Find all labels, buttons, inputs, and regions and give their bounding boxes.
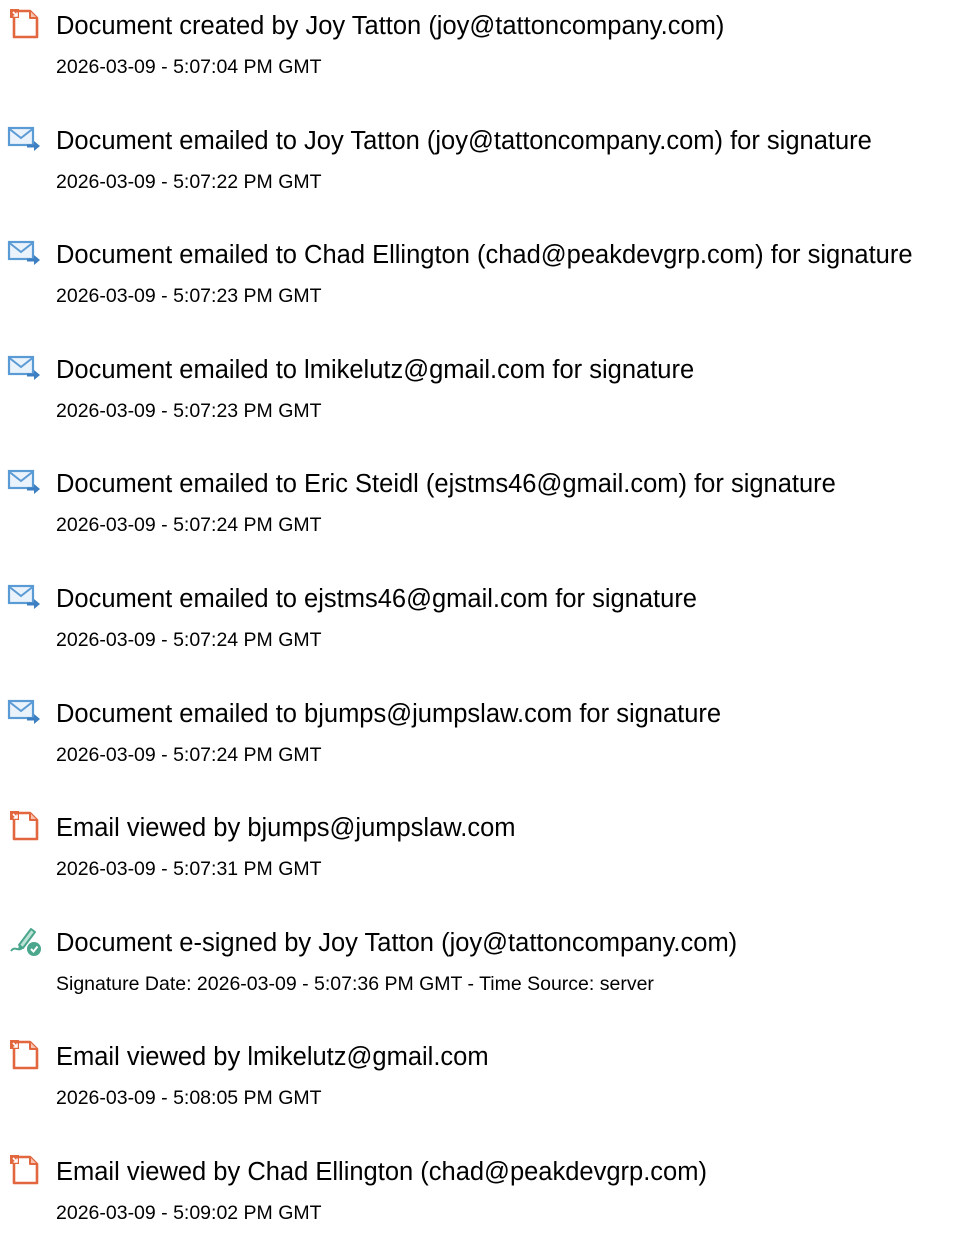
entry-title: Document emailed to Eric Steidl (ejstms4…: [56, 470, 836, 498]
email-sent-icon: [7, 464, 43, 500]
document-icon: [7, 6, 43, 42]
entry-title: Document e-signed by Joy Tatton (joy@tat…: [56, 929, 738, 957]
email-sent-icon: [7, 235, 43, 271]
document-icon: [7, 1152, 43, 1188]
entry-title: Document emailed to Chad Ellington (chad…: [56, 241, 913, 269]
entry-title: Email viewed by lmikelutz@gmail.com: [56, 1043, 489, 1071]
email-sent-icon: [7, 350, 43, 386]
log-entry: Document emailed to Eric Steidl (ejstms4…: [0, 458, 953, 568]
log-entry: Email viewed by lmikelutz@gmail.com 2026…: [0, 1031, 953, 1141]
log-entry: Document emailed to Chad Ellington (chad…: [0, 229, 953, 339]
log-entry: Document emailed to Joy Tatton (joy@tatt…: [0, 115, 953, 225]
email-sent-icon: [7, 694, 43, 730]
log-entry: Document emailed to bjumps@jumpslaw.com …: [0, 688, 953, 798]
entry-timestamp: 2026-03-09 - 5:07:23 PM GMT: [56, 285, 322, 307]
document-icon: [7, 1037, 43, 1073]
entry-title: Document emailed to bjumps@jumpslaw.com …: [56, 700, 722, 728]
entry-title: Document emailed to Joy Tatton (joy@tatt…: [56, 127, 872, 155]
entry-title: Email viewed by bjumps@jumpslaw.com: [56, 814, 516, 842]
entry-title: Document created by Joy Tatton (joy@tatt…: [56, 12, 725, 40]
entry-timestamp: 2026-03-09 - 5:07:24 PM GMT: [56, 629, 322, 651]
entry-timestamp: 2026-03-09 - 5:09:02 PM GMT: [56, 1202, 322, 1224]
signature-detail: Signature Date: 2026-03-09 - 5:07:36 PM …: [56, 973, 654, 995]
document-icon: [7, 808, 43, 844]
entry-timestamp: 2026-03-09 - 5:07:24 PM GMT: [56, 514, 322, 536]
log-entry: Email viewed by Chad Ellington (chad@pea…: [0, 1146, 953, 1256]
log-entry: Document e-signed by Joy Tatton (joy@tat…: [0, 917, 953, 1027]
log-entry: Document emailed to ejstms46@gmail.com f…: [0, 573, 953, 683]
log-entry: Document created by Joy Tatton (joy@tatt…: [0, 0, 953, 110]
entry-timestamp: 2026-03-09 - 5:07:23 PM GMT: [56, 400, 322, 422]
entry-title: Document emailed to lmikelutz@gmail.com …: [56, 356, 695, 384]
entry-title: Document emailed to ejstms46@gmail.com f…: [56, 585, 697, 613]
esign-icon: [7, 923, 43, 959]
entry-timestamp: 2026-03-09 - 5:07:24 PM GMT: [56, 744, 322, 766]
entry-timestamp: 2026-03-09 - 5:07:31 PM GMT: [56, 858, 322, 880]
entry-timestamp: 2026-03-09 - 5:08:05 PM GMT: [56, 1087, 322, 1109]
email-sent-icon: [7, 121, 43, 157]
log-entry: Document emailed to lmikelutz@gmail.com …: [0, 344, 953, 454]
log-entry: Email viewed by bjumps@jumpslaw.com 2026…: [0, 802, 953, 912]
entry-timestamp: 2026-03-09 - 5:07:22 PM GMT: [56, 171, 322, 193]
email-sent-icon: [7, 579, 43, 615]
entry-timestamp: 2026-03-09 - 5:07:04 PM GMT: [56, 56, 322, 78]
entry-title: Email viewed by Chad Ellington (chad@pea…: [56, 1158, 707, 1186]
